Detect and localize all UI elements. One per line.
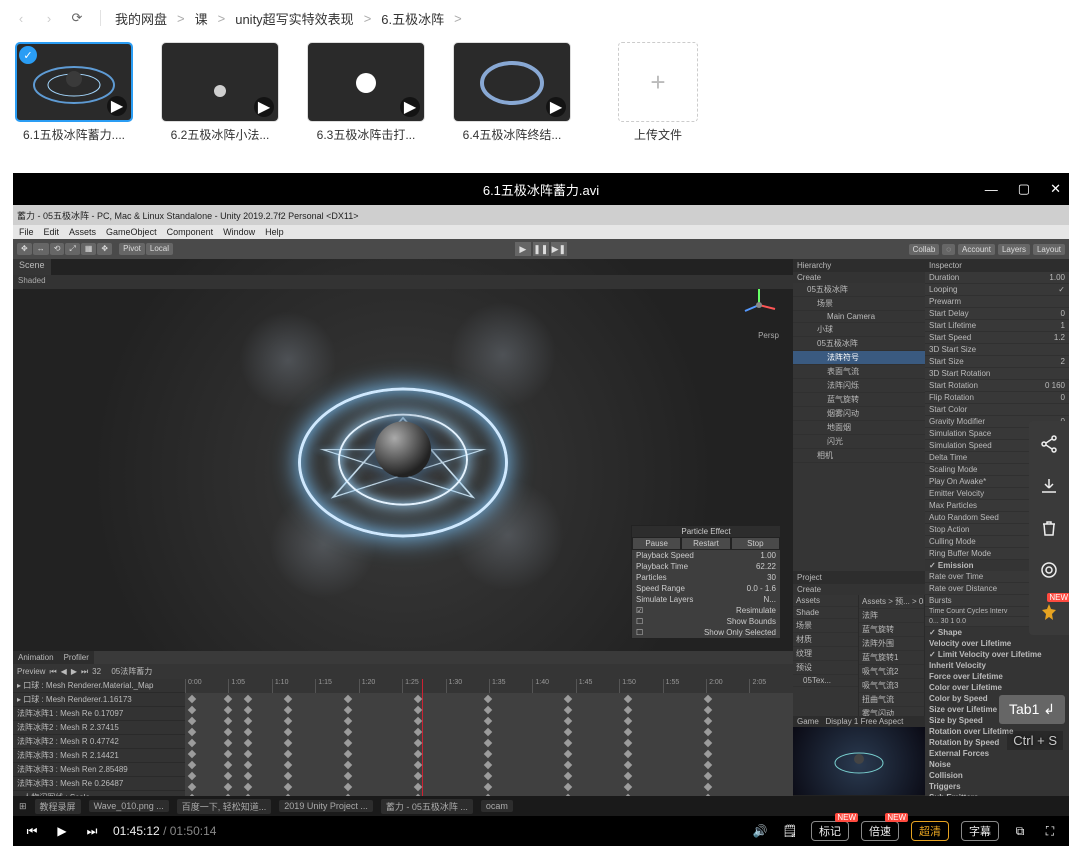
file-grid: ✓ ▶ 6.1五极冰阵蓄力.... ▶ 6.2五极冰阵小法... ▶ 6.3五极… [0,36,1078,166]
crumb-sep: > [177,11,185,26]
play-icon: ▶ [546,97,566,117]
file-label: 6.1五极冰阵蓄力.... [23,126,125,143]
nav-fwd-icon[interactable]: › [40,9,58,27]
gizmo-icon[interactable] [739,285,779,325]
upload-button[interactable]: + 上传文件 [598,42,718,160]
crumb-1[interactable]: 课 [195,9,208,28]
pip-icon[interactable]: ⧉ [1011,824,1029,839]
animation-panel[interactable]: AnimationProfiler Preview ⏮◀▶⏭ 32 05法阵蓄力… [13,651,793,796]
unity-menu[interactable]: FileEditAssetsGameObjectComponentWindowH… [13,225,1069,239]
check-icon: ✓ [19,46,37,64]
shortcut-hint: Ctrl + S [1007,731,1063,750]
play-icon: ▶ [400,97,420,117]
scene-view[interactable]: Scene Shaded Persp Particle Effect Pause… [13,259,793,651]
tab-hint: Tab1 ↲ [999,695,1065,724]
crumb-2[interactable]: unity超写实特效表现 [235,9,353,28]
download-icon[interactable] [1038,475,1060,497]
quality-button[interactable]: 超清 [911,821,949,841]
play-icon: ▶ [254,97,274,117]
unity-editor: 蓄力 - 05五极冰阵 - PC, Mac & Linux Standalone… [13,205,1069,796]
volume-icon[interactable]: 🔊 [751,824,769,838]
unity-toolbar: ✥↔⟲⤢▦✥PivotLocal ▶❚❚▶❚ Collab◌AccountLay… [13,239,1069,259]
breadcrumb-bar: ‹ › ⟳ 我的网盘 > 课 > unity超写实特效表现 > 6.五极冰阵 > [0,0,1078,36]
video-player: 6.1五极冰阵蓄力.avi — ▢ ✕ 蓄力 - 05五极冰阵 - PC, Ma… [13,173,1069,846]
windows-icon[interactable]: ⊞ [19,801,27,812]
taskbar: ⊞ 教程录屏 Wave_010.png ... 百度一下, 轻松知道... 20… [13,796,1069,816]
fullscreen-icon[interactable]: ⛶ [1041,824,1059,839]
play-icon[interactable]: ▶ [53,824,71,838]
crumb-root[interactable]: 我的网盘 [115,9,167,28]
next-icon[interactable]: ⏭ [83,824,101,839]
nav-back-icon[interactable]: ‹ [12,9,30,27]
plus-icon: + [618,42,698,122]
file-1[interactable]: ✓ ▶ 6.1五极冰阵蓄力.... [14,42,134,160]
file-4[interactable]: ▶ 6.4五极冰阵终结... [452,42,572,160]
pause-icon[interactable]: ❚❚ [533,242,549,256]
step-icon[interactable]: ▶❚ [551,242,567,256]
trash-icon[interactable] [1038,517,1060,539]
file-2[interactable]: ▶ 6.2五极冰阵小法... [160,42,280,160]
mark-button[interactable]: 标记 [811,821,849,841]
nav-refresh-icon[interactable]: ⟳ [68,9,86,27]
target-icon[interactable] [1038,559,1060,581]
unity-title: 蓄力 - 05五极冰阵 - PC, Mac & Linux Standalone… [13,205,1069,225]
pin-icon[interactable] [1038,601,1060,623]
video-title: 6.1五极冰阵蓄力.avi [483,180,599,199]
play-icon[interactable]: ▶ [515,242,531,256]
speed-button[interactable]: 倍速 [861,821,899,841]
crumb-3[interactable]: 6.五极冰阵 [381,9,444,28]
side-toolbar [1029,421,1069,635]
play-icon: ▶ [107,96,127,116]
subtitle-button[interactable]: 字幕 [961,821,999,841]
video-titlebar: 6.1五极冰阵蓄力.avi — ▢ ✕ [13,173,1069,205]
divider [100,10,101,26]
player-controls: ⏮ ▶ ⏭ 01:45:12 / 01:50:14 🔊 🗒 标记 倍速 超清 字… [13,816,1069,846]
minimize-icon[interactable]: — [985,182,998,197]
close-icon[interactable]: ✕ [1050,181,1061,197]
game-panel[interactable]: Game Display 1 Free Aspect [793,716,925,796]
note-icon[interactable]: 🗒 [781,824,799,838]
hierarchy-panel[interactable]: Hierarchy Create 05五极冰阵 场景 Main Camera 小… [793,259,925,571]
particle-overlay[interactable]: Particle Effect PauseRestartStop Playbac… [631,525,781,639]
share-icon[interactable] [1038,433,1060,455]
prev-icon[interactable]: ⏮ [23,824,41,839]
file-3[interactable]: ▶ 6.3五极冰阵击打... [306,42,426,160]
maximize-icon[interactable]: ▢ [1018,181,1030,197]
